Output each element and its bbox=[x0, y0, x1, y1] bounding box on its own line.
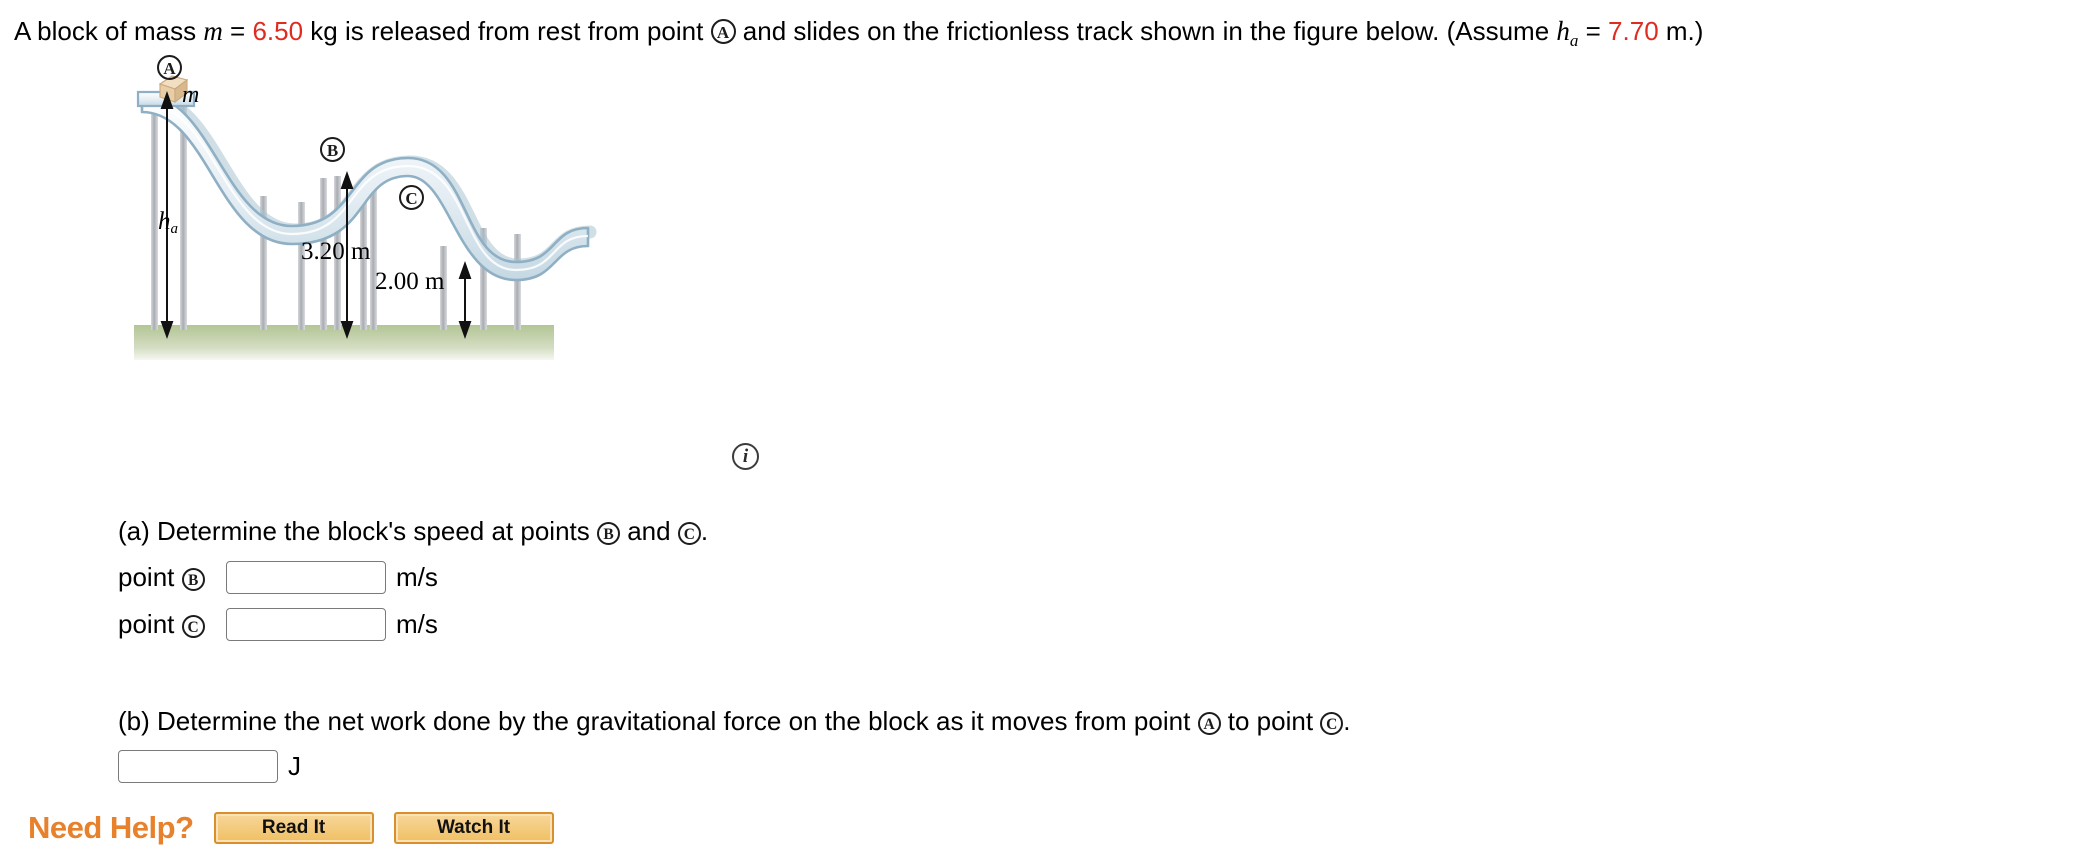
part-b-prompt: (b) Determine the net work done by the g… bbox=[118, 706, 1351, 737]
speed-point-c-input[interactable] bbox=[226, 608, 386, 641]
part-a-point-b-badge: B bbox=[596, 522, 620, 545]
point-a-badge: A bbox=[710, 19, 736, 44]
part-a-text-1: (a) Determine the block's speed at point… bbox=[118, 516, 597, 546]
part-b-point-a-badge: A bbox=[1197, 712, 1221, 735]
answer-row-point-c: point C m/s bbox=[118, 608, 438, 641]
part-a-text-2: and bbox=[619, 516, 678, 546]
part-a-text-3: . bbox=[700, 516, 709, 546]
speed-point-c-unit: m/s bbox=[396, 609, 438, 639]
track-figure: A B C m ha 3.20 m 2.00 m bbox=[120, 50, 800, 480]
need-help-title: Need Help? bbox=[28, 810, 194, 845]
info-icon[interactable]: i bbox=[732, 443, 759, 470]
stem-text-2: kg is released from rest from point bbox=[303, 16, 711, 46]
need-help-section: Need Help? Read It Watch It bbox=[28, 810, 554, 846]
part-a-point-c-badge: C bbox=[677, 522, 701, 545]
part-b-point-c-badge: C bbox=[1320, 712, 1344, 735]
stem-text-4: m.) bbox=[1658, 16, 1704, 46]
part-b-text-3: . bbox=[1343, 706, 1351, 736]
figure-height-c-label: 2.00 m bbox=[375, 268, 445, 295]
figure-point-b-badge: B bbox=[320, 137, 345, 163]
net-work-input[interactable] bbox=[118, 750, 278, 783]
part-a-prompt: (a) Determine the block's speed at point… bbox=[118, 516, 708, 547]
stem-equals-1: = bbox=[222, 16, 253, 46]
height-a-value: 7.70 bbox=[1608, 16, 1659, 46]
mass-value: 6.50 bbox=[252, 16, 304, 46]
answer-row-b-label: point B bbox=[118, 562, 226, 593]
speed-point-b-unit: m/s bbox=[396, 562, 438, 592]
dimension-arrows bbox=[160, 91, 472, 339]
figure-height-b-label: 3.20 m bbox=[301, 238, 371, 265]
answer-row-c-label: point C bbox=[118, 609, 226, 640]
answer-row-point-b: point B m/s bbox=[118, 561, 438, 594]
figure-mass-label: m bbox=[182, 82, 200, 108]
part-b-text-1: (b) Determine the net work done by the g… bbox=[118, 706, 1198, 736]
stem-equals-2: = bbox=[1578, 16, 1609, 46]
stem-text-3: and slides on the frictionless track sho… bbox=[735, 16, 1557, 46]
stem-text-1: A block of mass bbox=[14, 16, 204, 46]
height-a-symbol: h bbox=[1556, 16, 1570, 46]
figure-point-c-badge: C bbox=[399, 185, 424, 211]
watch-it-button[interactable]: Watch It bbox=[393, 812, 554, 844]
mass-symbol: m bbox=[203, 16, 223, 46]
part-b-text-2: to point bbox=[1220, 706, 1321, 736]
net-work-unit: J bbox=[288, 751, 301, 781]
read-it-button[interactable]: Read It bbox=[213, 812, 374, 844]
answer-row-work: J bbox=[118, 750, 301, 783]
answer-row-c-badge: C bbox=[181, 615, 205, 638]
speed-point-b-input[interactable] bbox=[226, 561, 386, 594]
figure-height-a-label: ha bbox=[158, 208, 178, 237]
answer-row-b-badge: B bbox=[181, 568, 205, 591]
figure-point-a-badge: A bbox=[157, 55, 182, 81]
